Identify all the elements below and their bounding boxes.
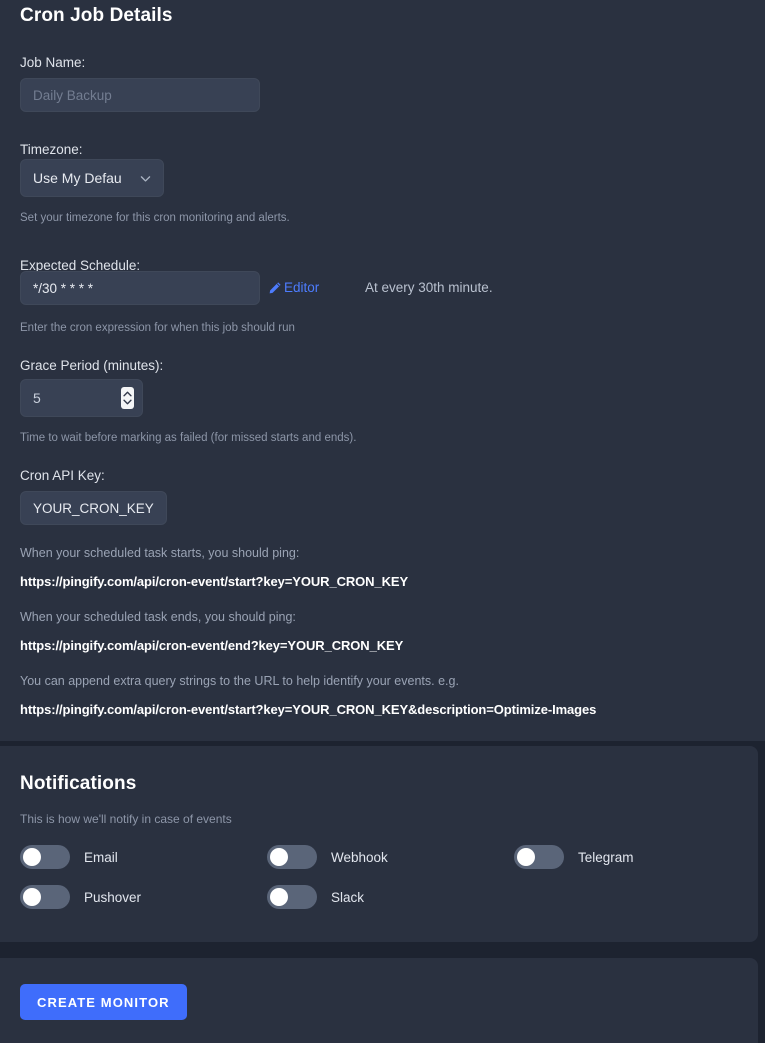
timezone-select-box[interactable]: Use My Default <box>20 159 164 197</box>
cron-expression-helper: Enter the cron expression for when this … <box>20 322 295 334</box>
cron-api-key-input[interactable]: YOUR_CRON_KEY <box>20 491 167 525</box>
cron-description: At every 30th minute. <box>365 280 493 295</box>
ping-extra-url: https://pingify.com/api/cron-event/start… <box>20 702 597 717</box>
notification-channel-email[interactable]: Email <box>20 845 118 869</box>
page-title: Cron Job Details <box>20 5 173 26</box>
toggle-knob <box>270 848 288 866</box>
timezone-helper: Set your timezone for this cron monitori… <box>20 212 290 224</box>
notifications-title: Notifications <box>20 773 137 794</box>
job-name-input[interactable]: Daily Backup <box>20 78 260 112</box>
ping-start-text: When your scheduled task starts, you sho… <box>20 546 300 560</box>
toggle-slack[interactable] <box>267 885 317 909</box>
form-actions-card: CREATE MONITOR <box>0 958 758 1043</box>
ping-extra-text: You can append extra query strings to th… <box>20 674 459 688</box>
toggle-knob <box>517 848 535 866</box>
toggle-knob <box>23 848 41 866</box>
toggle-telegram-label: Telegram <box>578 849 634 865</box>
toggle-telegram[interactable] <box>514 845 564 869</box>
create-monitor-button[interactable]: CREATE MONITOR <box>20 984 187 1020</box>
cron-api-key-label: Cron API Key: <box>20 468 105 483</box>
pencil-icon <box>269 281 281 293</box>
grace-period-helper: Time to wait before marking as failed (f… <box>20 432 357 444</box>
notification-channel-slack[interactable]: Slack <box>267 885 364 909</box>
notification-channel-pushover[interactable]: Pushover <box>20 885 141 909</box>
cron-editor-link[interactable]: Editor <box>268 280 319 295</box>
cron-editor-label: Editor <box>284 280 320 295</box>
ping-end-url: https://pingify.com/api/cron-event/end?k… <box>20 638 404 653</box>
notification-channel-webhook[interactable]: Webhook <box>267 845 388 869</box>
notifications-card: Notifications This is how we'll notify i… <box>0 746 758 942</box>
toggle-webhook[interactable] <box>267 845 317 869</box>
ping-start-url: https://pingify.com/api/cron-event/start… <box>20 574 409 589</box>
notifications-subtitle: This is how we'll notify in case of even… <box>20 812 232 826</box>
grace-period-field[interactable]: 5 <box>20 379 143 417</box>
job-name-label: Job Name: <box>20 55 86 70</box>
grace-period-label: Grace Period (minutes): <box>20 358 164 373</box>
timezone-label: Timezone: <box>20 142 83 157</box>
toggle-knob <box>270 888 288 906</box>
stepper-down-icon[interactable] <box>123 399 132 405</box>
ping-end-text: When your scheduled task ends, you shoul… <box>20 610 296 624</box>
cron-monitor-form-page: Cron Job Details Job Name: Daily Backup … <box>0 0 765 1043</box>
cron-expression-input[interactable]: */30 * * * * <box>20 271 260 305</box>
toggle-webhook-label: Webhook <box>331 849 388 865</box>
toggle-knob <box>23 888 41 906</box>
timezone-selected-value: Use My Default <box>33 170 121 186</box>
quantity-stepper[interactable] <box>121 387 134 409</box>
cron-job-details-card: Cron Job Details Job Name: Daily Backup … <box>0 0 765 741</box>
stepper-up-icon[interactable] <box>123 391 132 397</box>
toggle-pushover[interactable] <box>20 885 70 909</box>
timezone-select[interactable]: Use My Default <box>20 159 164 197</box>
toggle-email-label: Email <box>84 849 118 865</box>
toggle-email[interactable] <box>20 845 70 869</box>
toggle-slack-label: Slack <box>331 889 365 905</box>
notification-channel-telegram[interactable]: Telegram <box>514 845 634 869</box>
toggle-pushover-label: Pushover <box>84 889 142 905</box>
